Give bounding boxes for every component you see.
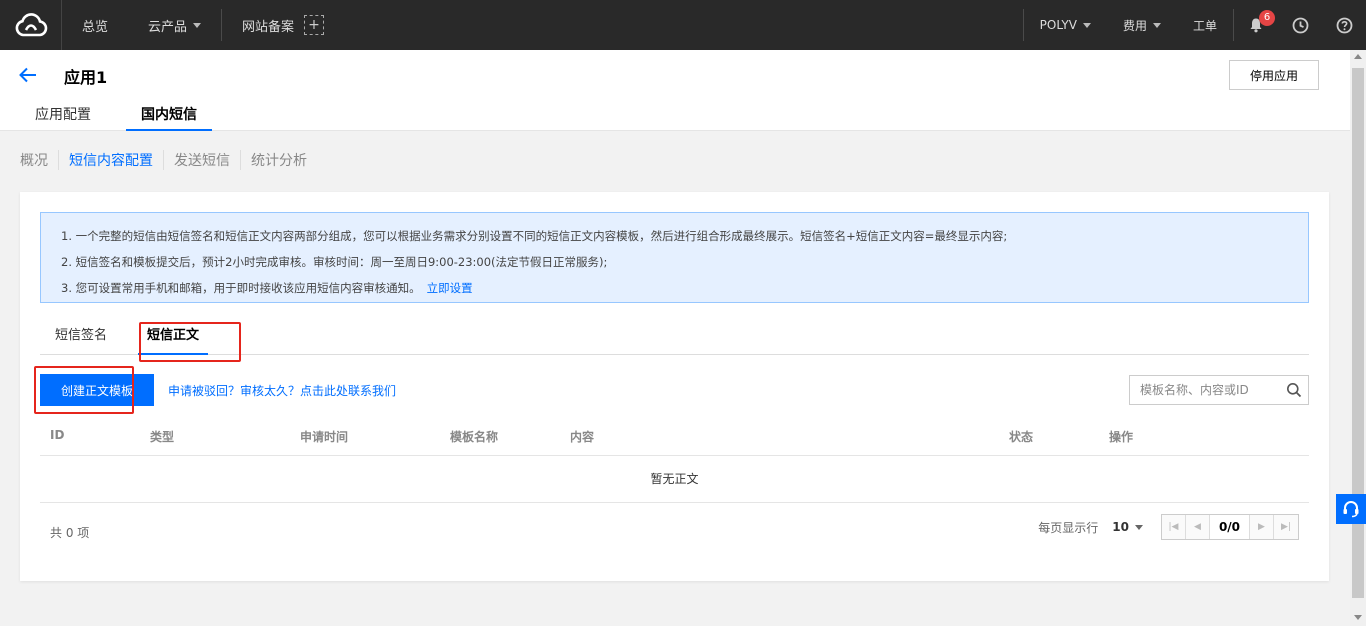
nav-billing-dropdown[interactable]: 费用 xyxy=(1107,0,1177,50)
nav-overview[interactable]: 总览 xyxy=(62,0,128,50)
pagination: 每页显示行 10 |◀ ◀ 0/0 ▶ ▶| xyxy=(1038,514,1299,540)
search-box xyxy=(1129,375,1309,405)
scroll-up-icon[interactable] xyxy=(1354,54,1362,59)
top-navbar: 总览 云产品 网站备案 + POLYV 费用 工单 6 xyxy=(0,0,1366,50)
column-apply-time: 申请时间 xyxy=(300,430,349,444)
history-button[interactable] xyxy=(1278,0,1322,50)
ticket-label: 工单 xyxy=(1192,18,1217,33)
tab-sms-signature[interactable]: 短信签名 xyxy=(40,322,122,355)
table-header: ID 类型 申请时间 模板名称 内容 状态 操作 xyxy=(40,420,1309,456)
nav-products-dropdown[interactable]: 云产品 xyxy=(128,0,221,50)
page-title: 应用1 xyxy=(64,68,108,87)
stop-app-button[interactable]: 停用应用 xyxy=(1229,60,1319,90)
caret-down-icon xyxy=(1082,22,1091,28)
content-card: 1. 一个完整的短信由短信签名和短信正文内容两部分组成，您可以根据业务需求分别设… xyxy=(20,192,1329,581)
column-id: ID xyxy=(50,428,65,442)
page-indicator: 0/0 xyxy=(1210,515,1250,539)
search-input[interactable] xyxy=(1140,383,1280,397)
column-template-name: 模板名称 xyxy=(450,430,499,444)
tab-app-config[interactable]: 应用配置 xyxy=(20,104,106,131)
prev-page-icon[interactable]: ◀ xyxy=(1186,515,1210,539)
add-shortcut-icon[interactable]: + xyxy=(304,15,325,35)
headset-icon xyxy=(1343,501,1359,518)
tip-line-2: 2. 短信签名和模板提交后，预计2小时完成审核。审核时间：周一至周日9:00-2… xyxy=(61,255,608,269)
tip-line-3-text: 3. 您可设置常用手机和邮箱，用于即时接收该应用短信内容审核通知。 xyxy=(61,281,421,295)
subnav-overview[interactable]: 概况 xyxy=(20,150,58,170)
cloud-logo-icon[interactable] xyxy=(0,0,62,50)
arrow-left-icon[interactable] xyxy=(18,66,38,84)
contact-us-link[interactable]: 申请被驳回？审核太久？点击此处联系我们 xyxy=(168,382,396,399)
nav-beian-label: 网站备案 xyxy=(242,19,295,35)
nav-products-label: 云产品 xyxy=(148,19,188,35)
nav-account-dropdown[interactable]: POLYV xyxy=(1024,0,1107,50)
notification-button[interactable]: 6 xyxy=(1234,0,1278,50)
empty-table-message: 暂无正文 xyxy=(40,456,1309,503)
content-tabs: 短信签名 短信正文 xyxy=(40,322,1309,355)
column-actions: 操作 xyxy=(1109,430,1134,444)
search-icon[interactable] xyxy=(1286,382,1302,398)
caret-down-icon xyxy=(1135,524,1143,530)
column-type: 类型 xyxy=(150,430,175,444)
tab-domestic-sms[interactable]: 国内短信 xyxy=(126,104,212,131)
subnav-content-config[interactable]: 短信内容配置 xyxy=(59,150,163,170)
tab-sms-body[interactable]: 短信正文 xyxy=(132,322,214,355)
nav-ticket[interactable]: 工单 xyxy=(1177,0,1233,50)
customer-service-button[interactable] xyxy=(1336,494,1366,524)
clock-icon xyxy=(1292,17,1308,33)
tip-line-1: 1. 一个完整的短信由短信签名和短信正文内容两部分组成，您可以根据业务需求分别设… xyxy=(61,229,1008,243)
sub-navigation: 概况 短信内容配置 发送短信 统计分析 xyxy=(20,150,317,170)
vertical-scrollbar[interactable] xyxy=(1350,50,1366,626)
setup-now-link[interactable]: 立即设置 xyxy=(427,281,473,295)
per-page-label: 每页显示行 xyxy=(1038,520,1099,535)
help-button[interactable] xyxy=(1322,0,1366,50)
caret-down-icon xyxy=(1152,22,1161,28)
next-page-icon[interactable]: ▶ xyxy=(1250,515,1274,539)
page-header: 应用1 停用应用 应用配置 国内短信 xyxy=(0,50,1350,131)
notification-badge: 6 xyxy=(1259,10,1275,26)
column-content: 内容 xyxy=(570,430,595,444)
tip-line-3: 3. 您可设置常用手机和邮箱，用于即时接收该应用短信内容审核通知。 立即设置 xyxy=(61,275,1288,301)
per-page-value: 10 xyxy=(1112,520,1129,534)
page-controls: |◀ ◀ 0/0 ▶ ▶| xyxy=(1161,514,1299,540)
nav-beian[interactable]: 网站备案 + xyxy=(222,0,344,50)
caret-down-icon xyxy=(193,22,202,28)
billing-label: 费用 xyxy=(1122,18,1147,33)
account-name: POLYV xyxy=(1039,18,1077,32)
main-tabs: 应用配置 国内短信 xyxy=(20,104,232,131)
total-count: 共 0 项 xyxy=(50,526,90,540)
subnav-statistics[interactable]: 统计分析 xyxy=(241,150,317,170)
per-page-select[interactable]: 10 xyxy=(1112,520,1143,534)
first-page-icon[interactable]: |◀ xyxy=(1162,515,1186,539)
question-icon xyxy=(1336,17,1352,33)
column-status: 状态 xyxy=(1009,430,1034,444)
subnav-send-sms[interactable]: 发送短信 xyxy=(164,150,240,170)
last-page-icon[interactable]: ▶| xyxy=(1274,515,1298,539)
nav-overview-label: 总览 xyxy=(82,19,109,35)
scroll-down-icon[interactable] xyxy=(1354,615,1362,620)
info-tips: 1. 一个完整的短信由短信签名和短信正文内容两部分组成，您可以根据业务需求分别设… xyxy=(40,212,1309,303)
create-template-button[interactable]: 创建正文模板 xyxy=(40,374,154,406)
